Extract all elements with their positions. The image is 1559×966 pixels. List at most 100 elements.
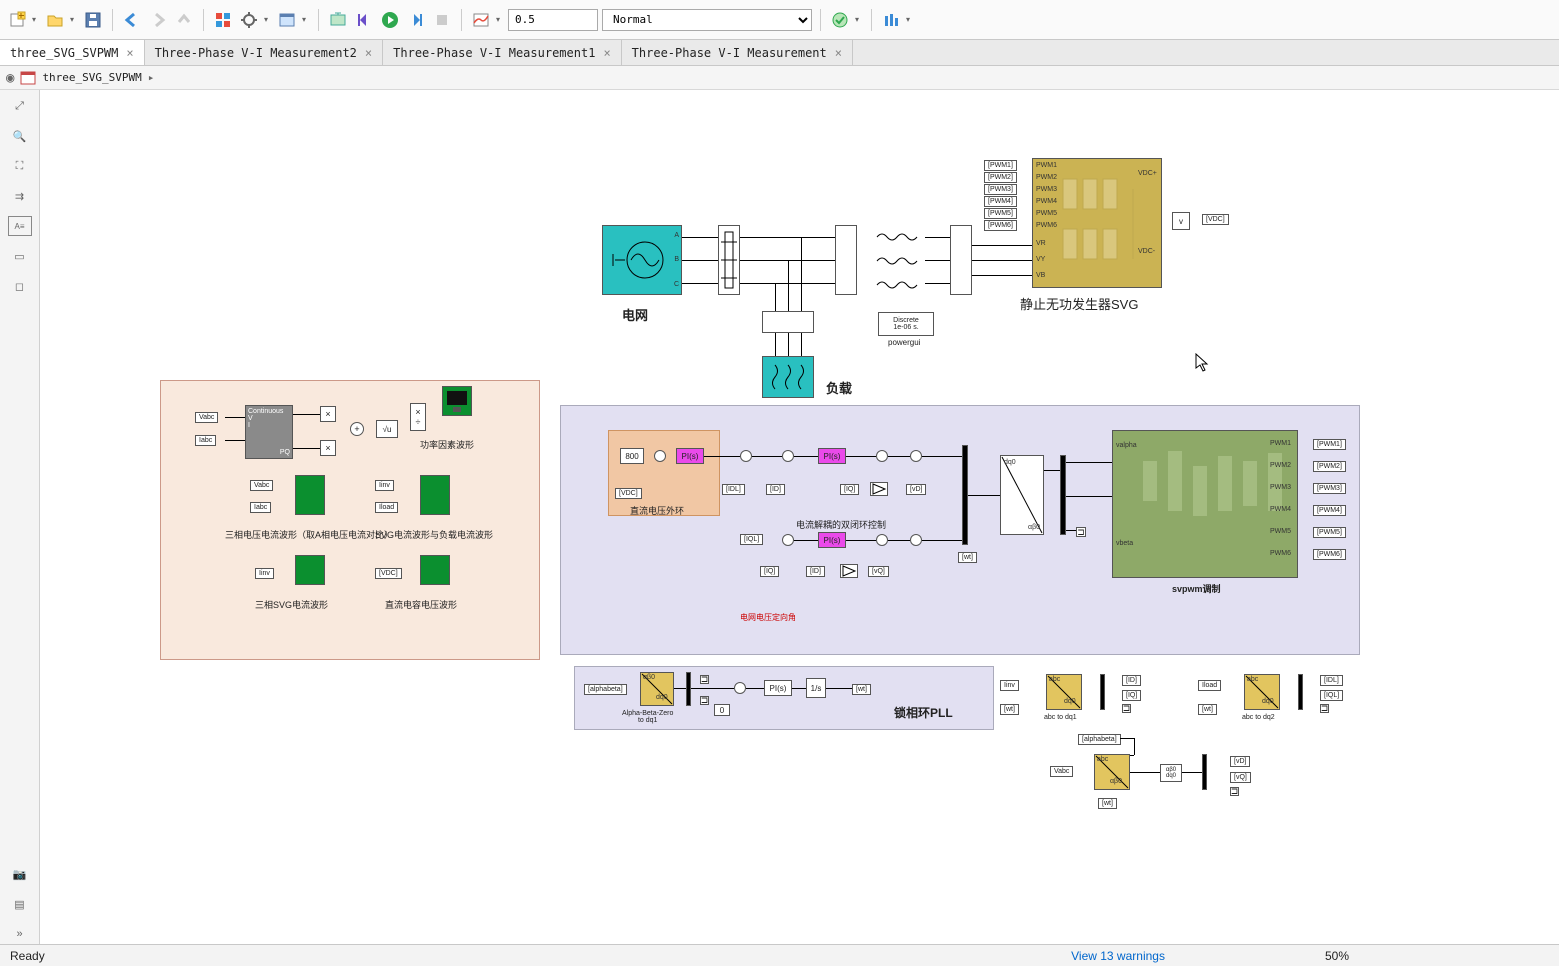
tab-measurement1[interactable]: Three-Phase V-I Measurement1 × [383, 40, 622, 65]
close-icon[interactable]: × [126, 46, 133, 60]
sum-d4[interactable] [910, 450, 922, 462]
goto-iql[interactable]: [IQL] [1320, 690, 1343, 701]
scope-vi[interactable] [295, 475, 325, 515]
scope-pf[interactable] [442, 386, 472, 416]
from-idl[interactable]: [IDL] [722, 484, 745, 495]
from-iabc-1[interactable]: Iabc [195, 435, 216, 446]
tab-measurement2[interactable]: Three-Phase V-I Measurement2 × [145, 40, 384, 65]
library-browser-button[interactable] [212, 9, 234, 31]
sum-q3[interactable] [910, 534, 922, 546]
close-icon[interactable]: × [835, 46, 842, 60]
demux-t3[interactable] [1202, 754, 1207, 790]
sum-d1[interactable] [740, 450, 752, 462]
from-iq-q[interactable]: [IQ] [760, 566, 779, 577]
nav-history-icon[interactable]: ◉ [6, 70, 14, 86]
vi-measurement-3[interactable] [950, 225, 972, 295]
model-explorer-button[interactable] [276, 9, 298, 31]
step-back-button[interactable] [353, 9, 375, 31]
tune-button[interactable] [880, 9, 902, 31]
from-wt-t1[interactable]: [wt] [1000, 704, 1019, 715]
terminator-t1[interactable]: ⊐ [1122, 704, 1131, 713]
zoom-icon[interactable]: 🔍 [8, 126, 32, 146]
sim-mode-select[interactable]: Normal [602, 9, 812, 31]
from-wt-ctrl[interactable]: [wt] [958, 552, 977, 563]
close-icon[interactable]: × [365, 46, 372, 60]
scope-vdc[interactable] [420, 555, 450, 585]
sum-dc[interactable] [654, 450, 666, 462]
goto-vq[interactable]: [vQ] [1230, 772, 1251, 783]
forward-button[interactable] [147, 9, 169, 31]
voltage-measurement[interactable]: v [1172, 212, 1190, 230]
from-pwm6[interactable]: [PWM6] [984, 220, 1017, 231]
breadcrumb-model[interactable]: three_SVG_SVPWM [42, 71, 141, 84]
open-button[interactable] [44, 9, 66, 31]
model-config-button[interactable] [238, 9, 260, 31]
goto-idl[interactable]: [IDL] [1320, 675, 1343, 686]
from-iinv-2[interactable]: Iinv [255, 568, 274, 579]
tune-dropdown-icon[interactable]: ▾ [906, 15, 914, 24]
from-iabc-2[interactable]: Iabc [250, 502, 271, 513]
terminator-pll1[interactable]: ⊐ [700, 675, 709, 684]
save-button[interactable] [82, 9, 104, 31]
from-iql[interactable]: [IQL] [740, 534, 763, 545]
goto-wt[interactable]: [wt] [852, 684, 871, 695]
vi-measurement-1[interactable] [718, 225, 740, 295]
close-icon[interactable]: × [603, 46, 610, 60]
goto-id[interactable]: [ID] [1122, 675, 1141, 686]
product-2[interactable]: × [320, 440, 336, 456]
from-pwm3[interactable]: [PWM3] [984, 184, 1017, 195]
from-vdc-2[interactable]: [VDC] [615, 488, 642, 499]
run-button[interactable] [379, 9, 401, 31]
expand-palette-icon[interactable]: » [8, 924, 32, 944]
goto-pwm1[interactable]: [PWM1] [1313, 439, 1346, 450]
from-wt-t3[interactable]: [wt] [1098, 798, 1117, 809]
image-annotation-icon[interactable]: ▭ [8, 246, 32, 266]
demux-t2[interactable] [1298, 674, 1303, 710]
from-iload-t[interactable]: Iload [1198, 680, 1221, 691]
status-warnings-link[interactable]: View 13 warnings [1071, 949, 1165, 963]
goto-vdc[interactable]: [VDC] [1202, 214, 1229, 225]
from-pwm4[interactable]: [PWM4] [984, 196, 1017, 207]
sum-1[interactable]: + [350, 422, 364, 436]
pi-q[interactable]: PI(s) [818, 532, 846, 548]
series-rl-b[interactable] [875, 255, 925, 267]
dq0-to-ab-block[interactable]: dq0 αβ0 [1000, 455, 1044, 535]
from-pwm5[interactable]: [PWM5] [984, 208, 1017, 219]
open-dropdown-icon[interactable]: ▾ [70, 15, 78, 24]
goto-pwm3[interactable]: [PWM3] [1313, 483, 1346, 494]
terminator-t3[interactable]: ⊐ [1230, 787, 1239, 796]
config-dropdown-icon[interactable]: ▾ [264, 15, 272, 24]
scope-svg[interactable] [295, 555, 325, 585]
gain-q[interactable] [840, 564, 858, 578]
from-alphabeta[interactable]: [alphabeta] [584, 684, 627, 695]
model-canvas[interactable]: A B C 电网 PWM1 PWM2 [40, 90, 1559, 944]
sum-pll[interactable] [734, 682, 746, 694]
from-wt-t2[interactable]: [wt] [1198, 704, 1217, 715]
power-block[interactable]: Continuous V I PQ [245, 405, 293, 459]
from-vabc-2[interactable]: Vabc [250, 480, 273, 491]
powergui-block[interactable]: Discrete 1e-06 s. [878, 312, 934, 336]
up-button[interactable] [173, 9, 195, 31]
pi-dc[interactable]: PI(s) [676, 448, 704, 464]
series-rl-c[interactable] [875, 279, 925, 291]
const-800[interactable]: 800 [620, 448, 644, 464]
load-block[interactable] [762, 356, 814, 398]
sample-time-icon[interactable]: ⇉ [8, 186, 32, 206]
tab-three-svg-svpwm[interactable]: three_SVG_SVPWM × [0, 40, 145, 65]
goto-pwm6[interactable]: [PWM6] [1313, 549, 1346, 560]
demux-pll[interactable] [686, 672, 691, 706]
sum-q2[interactable] [876, 534, 888, 546]
goto-alphabeta[interactable]: [alphabeta] [1078, 734, 1121, 745]
tab-measurement[interactable]: Three-Phase V-I Measurement × [622, 40, 853, 65]
terminator-t2[interactable]: ⊐ [1320, 704, 1329, 713]
build-button[interactable] [829, 9, 851, 31]
demux-t1[interactable] [1100, 674, 1105, 710]
from-iinv-t[interactable]: Iinv [1000, 680, 1019, 691]
goto-pwm5[interactable]: [PWM5] [1313, 527, 1346, 538]
from-iq-d[interactable]: [IQ] [840, 484, 859, 495]
screenshot-icon[interactable]: 📷 [8, 864, 32, 884]
const-0[interactable]: 0 [714, 704, 730, 716]
demux-ab[interactable] [1060, 455, 1066, 535]
integrator-pll[interactable]: 1/s [806, 678, 826, 698]
annotation-box-icon[interactable]: A≡ [8, 216, 32, 236]
